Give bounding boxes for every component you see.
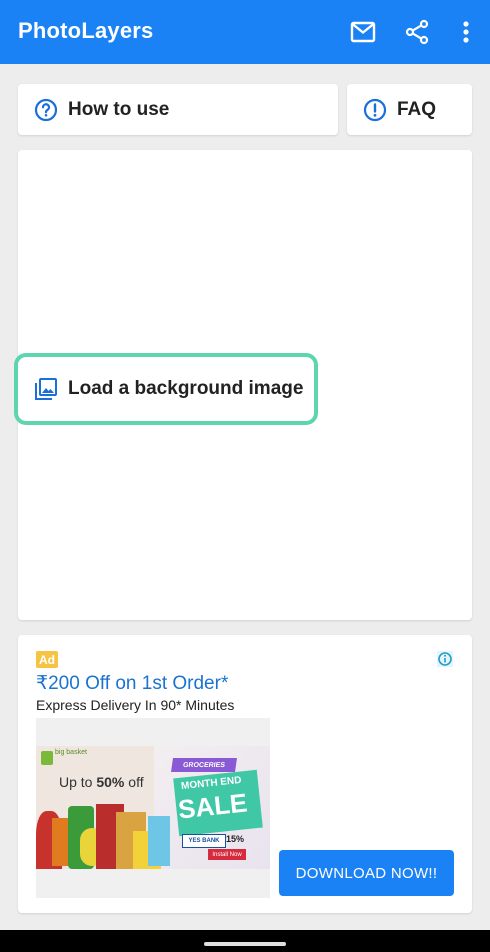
banner-install: Install Now <box>208 849 246 860</box>
image-icon <box>34 377 58 401</box>
how-to-use-button[interactable]: How to use <box>18 84 338 135</box>
ad-banner-image[interactable]: big basket Up to 50% off GROCERIES MONTH… <box>36 718 270 898</box>
ad-banner-artwork: big basket Up to 50% off GROCERIES MONTH… <box>36 746 270 869</box>
banner-discount: 15% <box>226 834 245 844</box>
banner-tag: GROCERIES <box>171 758 237 772</box>
app-bar: PhotoLayers <box>0 0 490 64</box>
banner-brand: big basket <box>55 749 87 756</box>
system-nav-bar <box>0 930 490 952</box>
download-now-button[interactable]: DOWNLOAD NOW!! <box>279 850 454 896</box>
banner-offer: Up to 50% off <box>59 774 144 790</box>
faq-button[interactable]: FAQ <box>347 84 472 135</box>
more-vert-icon[interactable] <box>452 18 480 46</box>
ad-title[interactable]: ₹200 Off on 1st Order* <box>36 672 228 695</box>
app-title: PhotoLayers <box>18 18 154 43</box>
load-background-button[interactable]: Load a background image <box>14 353 318 425</box>
ad-info-icon[interactable] <box>437 651 453 667</box>
load-background-label: Load a background image <box>68 378 304 399</box>
share-icon[interactable] <box>403 18 431 46</box>
faq-label: FAQ <box>397 98 437 120</box>
ad-subtitle: Express Delivery In 90* Minutes <box>36 697 235 713</box>
help-circle-icon <box>34 98 58 122</box>
home-gesture-pill[interactable] <box>204 942 286 946</box>
info-circle-icon <box>363 98 387 122</box>
banner-bank: YES BANK <box>182 834 226 848</box>
how-to-use-label: How to use <box>68 98 170 120</box>
mail-icon[interactable] <box>349 18 377 46</box>
ad-badge: Ad <box>36 651 58 668</box>
